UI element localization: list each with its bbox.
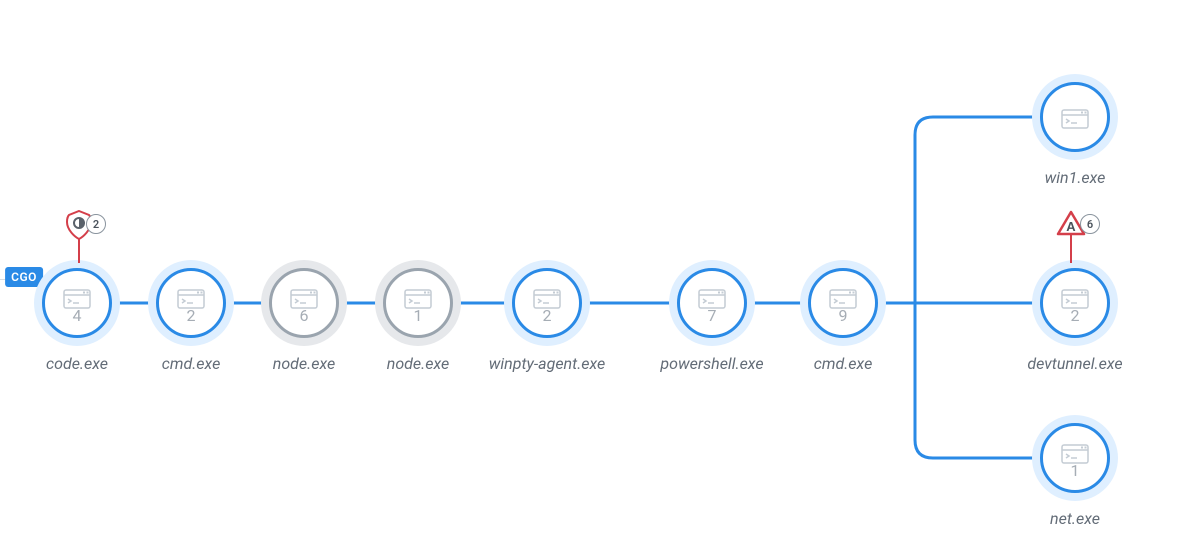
node-count: 1 (386, 306, 450, 325)
node-label: powershell.exe (660, 354, 763, 373)
process-node-win1[interactable]: win1.exe (1032, 74, 1118, 160)
alert-triangle-devtunnel[interactable]: A 6 (1056, 210, 1086, 263)
node-count: 2 (159, 306, 223, 325)
alert-count-badge: 6 (1080, 214, 1100, 234)
process-tree-canvas: { "colors": { "blue": "#2a8ae6", "blue_h… (0, 0, 1200, 548)
alert-letter: A (1066, 219, 1076, 234)
node-count: 2 (1043, 306, 1107, 325)
node-count: 2 (515, 306, 579, 325)
node-label: win1.exe (1045, 168, 1106, 187)
node-label: devtunnel.exe (1027, 354, 1122, 373)
node-ring: 2 (512, 268, 582, 338)
node-count: 1 (1043, 461, 1107, 480)
node-count: 4 (45, 306, 109, 325)
node-count: 6 (272, 306, 336, 325)
process-node-node-2[interactable]: 1 node.exe (375, 260, 461, 346)
node-label: net.exe (1050, 509, 1100, 528)
process-node-winpty[interactable]: 2 winpty-agent.exe (504, 260, 590, 346)
node-label: code.exe (46, 354, 108, 373)
node-label: winpty-agent.exe (489, 354, 606, 373)
node-label: node.exe (387, 354, 450, 373)
node-ring: 1 (1040, 423, 1110, 493)
process-node-node-1[interactable]: 6 node.exe (261, 260, 347, 346)
node-ring: 7 (677, 268, 747, 338)
node-count: 9 (811, 306, 875, 325)
node-ring (1040, 82, 1110, 152)
node-ring: 2 (156, 268, 226, 338)
process-node-devtunnel[interactable]: 2 devtunnel.exe (1032, 260, 1118, 346)
process-node-cmd-1[interactable]: 2 cmd.exe (148, 260, 234, 346)
process-node-powershell[interactable]: 7 powershell.exe (669, 260, 755, 346)
node-count: 7 (680, 306, 744, 325)
node-label: node.exe (273, 354, 336, 373)
node-ring: 1 (383, 268, 453, 338)
node-ring: 4 (42, 268, 112, 338)
window-icon (1061, 109, 1089, 129)
process-node-net[interactable]: 1 net.exe (1032, 415, 1118, 501)
node-ring: 6 (269, 268, 339, 338)
node-label: cmd.exe (814, 354, 873, 373)
process-node-code[interactable]: 4 code.exe (34, 260, 120, 346)
alert-shield-code[interactable]: 2 (66, 210, 92, 263)
node-ring: 9 (808, 268, 878, 338)
node-label: cmd.exe (162, 354, 221, 373)
node-ring: 2 (1040, 268, 1110, 338)
process-node-cmd-2[interactable]: 9 cmd.exe (800, 260, 886, 346)
alert-count-badge: 2 (86, 214, 106, 234)
